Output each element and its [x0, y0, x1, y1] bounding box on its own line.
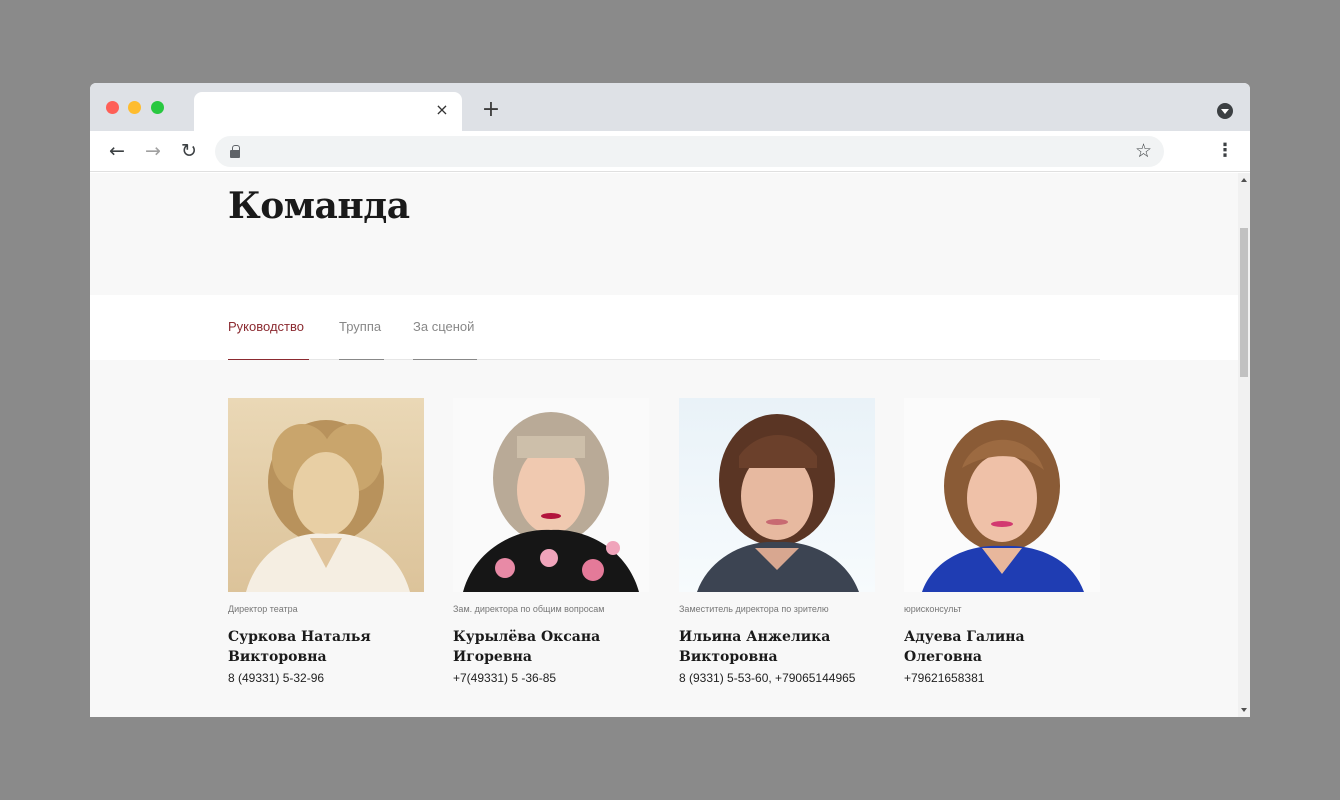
address-bar[interactable]: ☆: [215, 136, 1164, 167]
maximize-window-button[interactable]: [151, 101, 164, 114]
lock-icon[interactable]: [230, 145, 240, 158]
member-name[interactable]: Ильина Анжелика Викторовна: [679, 627, 875, 667]
tab-truppa[interactable]: Труппа: [339, 319, 384, 360]
star-icon[interactable]: ☆: [1135, 139, 1152, 163]
close-window-button[interactable]: [106, 101, 119, 114]
team-card[interactable]: юрисконсульт Адуева Галина Олеговна +796…: [904, 398, 1100, 685]
tab-za-scenoy[interactable]: За сценой: [413, 319, 477, 360]
member-role: юрисконсульт: [904, 604, 962, 614]
close-icon[interactable]: ×: [432, 100, 452, 120]
member-role: Заместитель директора по зрителю: [679, 604, 829, 614]
back-icon[interactable]: ←: [105, 139, 129, 163]
team-card[interactable]: Зам. директора по общим вопросам Курылёв…: [453, 398, 649, 685]
browser-toolbar: ← → ↻ ☆ ⋮: [90, 131, 1250, 172]
menu-icon[interactable]: ⋮: [1213, 139, 1237, 163]
reload-icon[interactable]: ↻: [177, 139, 201, 163]
scrollbar-thumb[interactable]: [1240, 228, 1248, 377]
member-name[interactable]: Адуева Галина Олеговна: [904, 627, 1100, 667]
member-phone[interactable]: +7(49331) 5 -36-85: [453, 671, 649, 685]
tab-search-icon[interactable]: [1217, 103, 1233, 119]
scroll-up-icon[interactable]: [1241, 178, 1247, 182]
portrait-photo: [228, 398, 424, 592]
team-card[interactable]: Директор театра Суркова Наталья Викторов…: [228, 398, 424, 685]
page-viewport: Команда Руководство Труппа За сценой Дир…: [90, 173, 1250, 717]
new-tab-icon[interactable]: +: [480, 99, 502, 121]
member-role: Зам. директора по общим вопросам: [453, 604, 605, 614]
portrait-photo: [453, 398, 649, 592]
tab-rukovodstvo[interactable]: Руководство: [228, 319, 309, 360]
member-phone[interactable]: +79621658381: [904, 671, 1100, 685]
member-phone[interactable]: 8 (9331) 5-53-60, +79065144965: [679, 671, 875, 685]
scroll-down-icon[interactable]: [1241, 708, 1247, 712]
tab-strip: × +: [90, 83, 1250, 131]
member-name[interactable]: Суркова Наталья Викторовна: [228, 627, 424, 667]
forward-icon[interactable]: →: [141, 139, 165, 163]
member-name[interactable]: Курылёва Оксана Игоревна: [453, 627, 649, 667]
browser-window: × + ← → ↻ ☆ ⋮ Команда Руководство Труппа…: [90, 83, 1250, 717]
member-role: Директор театра: [228, 604, 298, 614]
portrait-photo: [904, 398, 1100, 592]
portrait-photo: [679, 398, 875, 592]
page-title: Команда: [228, 185, 410, 227]
minimize-window-button[interactable]: [128, 101, 141, 114]
browser-tab[interactable]: ×: [194, 92, 462, 131]
page-scrollbar[interactable]: [1238, 173, 1250, 717]
team-card[interactable]: Заместитель директора по зрителю Ильина …: [679, 398, 875, 685]
section-tabs: Руководство Труппа За сценой: [90, 295, 1238, 360]
member-phone[interactable]: 8 (49331) 5-32-96: [228, 671, 424, 685]
